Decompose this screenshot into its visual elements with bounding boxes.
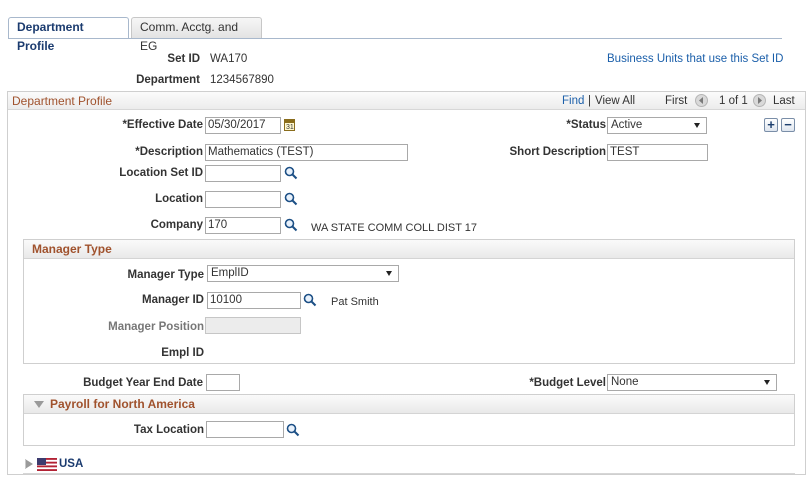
tax-location-label: Tax Location [133, 424, 204, 436]
payroll-title: Payroll for North America [50, 397, 195, 411]
manager-name: Pat Smith [331, 296, 379, 308]
tab-comm-acctg[interactable]: Comm. Acctg. and EG [131, 17, 262, 53]
budget-year-end-input[interactable] [206, 374, 240, 391]
search-icon[interactable] [303, 293, 317, 307]
setid-value: WA170 [210, 53, 248, 65]
usa-section-toggle[interactable]: USA [25, 456, 105, 472]
manager-position-input [205, 317, 301, 334]
empl-id-label: Empl ID [161, 347, 204, 359]
company-label: Company [150, 219, 203, 231]
next-icon[interactable] [753, 94, 766, 107]
chevron-down-icon [764, 380, 770, 385]
nav-separator: | [588, 95, 591, 107]
status-select[interactable]: Active [607, 117, 707, 134]
location-setid-label: Location Set ID [119, 167, 203, 179]
tab-label: Comm. Acctg. and EG [140, 20, 239, 53]
business-units-link[interactable]: Business Units that use this Set ID [607, 53, 783, 65]
last-label[interactable]: Last [773, 95, 795, 107]
tab-bar-underline [8, 38, 782, 39]
add-row-button[interactable]: + [764, 118, 778, 132]
effective-date-label: *Effective Date [122, 119, 203, 131]
search-icon[interactable] [284, 218, 298, 232]
location-input[interactable] [205, 191, 281, 208]
delete-row-button[interactable]: − [781, 118, 795, 132]
usa-label: USA [59, 458, 84, 470]
previous-icon[interactable] [695, 94, 708, 107]
collapse-triangle-icon[interactable] [34, 401, 44, 409]
budget-level-value: None [611, 376, 639, 388]
manager-id-label: Manager ID [142, 294, 204, 306]
company-input[interactable]: 170 [205, 217, 281, 234]
short-description-input[interactable]: TEST [607, 144, 708, 161]
budget-level-label: *Budget Level [529, 377, 606, 389]
view-all-link[interactable]: View All [595, 95, 635, 107]
manager-type-value: EmplID [211, 267, 249, 279]
effective-date-input[interactable]: 05/30/2017 [205, 117, 281, 134]
chevron-down-icon [694, 123, 700, 128]
tax-location-input[interactable] [206, 421, 284, 438]
setid-label: Set ID [167, 53, 200, 65]
location-setid-input[interactable] [205, 165, 281, 182]
budget-year-end-label: Budget Year End Date [83, 377, 203, 389]
manager-type-select[interactable]: EmplID [207, 265, 399, 282]
payroll-header[interactable]: Payroll for North America [24, 395, 794, 414]
tab-department-profile[interactable]: Department Profile [8, 17, 129, 53]
location-label: Location [155, 193, 203, 205]
department-value: 1234567890 [210, 74, 274, 86]
budget-level-select[interactable]: None [607, 374, 777, 391]
company-description: WA STATE COMM COLL DIST 17 [311, 222, 478, 234]
search-icon[interactable] [284, 192, 298, 206]
description-input[interactable]: Mathematics (TEST) [205, 144, 408, 161]
description-label: *Description [135, 146, 203, 158]
search-icon[interactable] [284, 166, 298, 180]
chevron-down-icon [386, 271, 392, 276]
manager-id-input[interactable]: 10100 [207, 292, 301, 309]
find-link[interactable]: Find [562, 95, 584, 107]
department-profile-header: Department Profile Find | View All First… [8, 92, 805, 110]
section-title: Department Profile [12, 94, 113, 108]
us-flag-icon [37, 458, 57, 471]
status-label: *Status [566, 119, 606, 131]
search-icon[interactable] [286, 423, 300, 437]
row-count: 1 of 1 [719, 95, 748, 107]
manager-position-label: Manager Position [108, 321, 204, 333]
manager-type-header: Manager Type [24, 240, 794, 259]
expand-triangle-icon [25, 459, 33, 469]
short-description-label: Short Description [509, 146, 606, 158]
calendar-icon[interactable]: 31 [284, 119, 295, 131]
tab-label: Department Profile [17, 20, 84, 53]
first-label[interactable]: First [665, 95, 687, 107]
bottom-divider [23, 473, 795, 474]
department-label: Department [136, 74, 200, 86]
status-value: Active [611, 119, 643, 131]
manager-type-label: Manager Type [127, 269, 204, 281]
